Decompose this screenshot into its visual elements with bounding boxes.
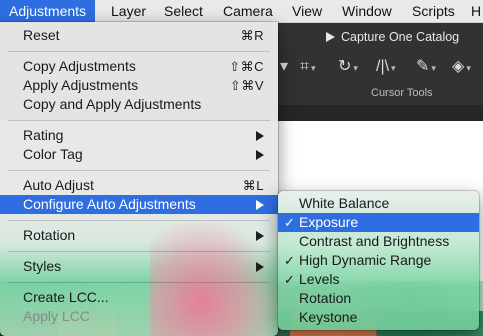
menu-item-label: Color Tag [23,146,83,162]
menu-layer[interactable]: Layer [102,0,155,22]
menu-separator [8,120,270,121]
submenu-item-keystone[interactable]: Keystone [278,308,479,327]
menu-item-label: Apply LCC [23,308,90,324]
keystone-tool-icon[interactable]: /|\ ▾ [376,56,396,79]
menu-view[interactable]: View [283,0,331,22]
menu-item-label: Configure Auto Adjustments [23,196,196,212]
shortcut: ⌘L [242,178,264,193]
menu-item-reset[interactable]: Reset ⌘R [0,26,278,45]
submenu-item-high-dynamic-range[interactable]: ✓ High Dynamic Range [278,251,479,270]
submenu-item-white-balance[interactable]: White Balance [278,194,479,213]
menu-item-auto-adjust[interactable]: Auto Adjust ⌘L [0,176,278,195]
rotate-tool-icon[interactable]: ↻ ▾ [338,56,358,79]
submenu-item-rotation[interactable]: Rotation [278,289,479,308]
menu-separator [8,220,270,221]
menu-item-rating[interactable]: Rating [0,126,278,145]
capture-one-icon [326,32,335,42]
menu-item-rotation[interactable]: Rotation [0,226,278,245]
menu-item-label: Copy Adjustments [23,58,136,74]
menu-item-label: Contrast and Brightness [299,233,450,249]
menu-scripts[interactable]: Scripts [403,0,464,22]
menu-item-label: Auto Adjust [23,177,94,193]
menu-item-label: Keystone [299,309,358,325]
menu-camera[interactable]: Camera [214,0,282,22]
menu-item-configure-auto-adjustments[interactable]: Configure Auto Adjustments [0,195,278,214]
shortcut: ⌘R [240,28,264,43]
menu-item-label: Copy and Apply Adjustments [23,96,202,112]
crop-tool-icon[interactable]: ⌗ ▾ [300,56,316,79]
menu-adjustments[interactable]: Adjustments [0,0,96,22]
menu-item-label: Exposure [299,214,359,230]
cursor-tools-label: Cursor Tools [371,87,433,99]
menu-select[interactable]: Select [155,0,212,22]
submenu-arrow-icon [256,231,264,241]
eraser-tool-icon[interactable]: ◈ ▾ [452,56,471,79]
menu-separator [8,251,270,252]
menu-item-label: Reset [23,27,60,43]
cursor-tools-row: ▾ ⌗ ▾ ↻ ▾ /|\ ▾ ✎ ▾ ◈ ▾ [280,56,483,78]
menu-item-color-tag[interactable]: Color Tag [0,145,278,164]
checkmark-icon: ✓ [284,253,295,268]
menu-item-apply-adjustments[interactable]: Apply Adjustments ⇧⌘V [0,76,278,95]
adjustments-menu: Reset ⌘R Copy Adjustments ⇧⌘C Apply Adju… [0,22,278,336]
menu-item-styles[interactable]: Styles [0,257,278,276]
menu-item-apply-lcc: Apply LCC [0,307,278,326]
brush-tool-icon[interactable]: ✎ ▾ [416,56,436,79]
menu-item-label: Levels [299,271,340,287]
menu-item-label: Rotation [23,227,76,243]
submenu-arrow-icon [256,262,264,272]
submenu-item-levels[interactable]: ✓ Levels [278,270,479,289]
submenu-item-exposure[interactable]: ✓ Exposure [278,213,479,232]
menu-item-label: Create LCC... [23,289,109,305]
configure-auto-adjustments-submenu: White Balance ✓ Exposure Contrast and Br… [278,191,479,330]
menu-separator [8,170,270,171]
shortcut: ⇧⌘C [229,59,264,74]
menu-item-label: Rating [23,127,64,143]
submenu-item-contrast-and-brightness[interactable]: Contrast and Brightness [278,232,479,251]
pan-tool-icon[interactable]: ▾ [280,56,288,78]
menu-item-create-lcc[interactable]: Create LCC... [0,288,278,307]
menu-separator [8,51,270,52]
submenu-arrow-icon [256,200,264,210]
menu-item-copy-and-apply[interactable]: Copy and Apply Adjustments [0,95,278,114]
shortcut: ⇧⌘V [229,78,264,93]
menu-item-label: White Balance [299,195,390,211]
submenu-arrow-icon [256,150,264,160]
checkmark-icon: ✓ [284,272,295,287]
document-title-text: Capture One Catalog [341,30,460,44]
menu-separator [8,282,270,283]
menu-window[interactable]: Window [333,0,401,22]
menu-item-label: Apply Adjustments [23,77,139,93]
menu-item-label: Styles [23,258,62,274]
menu-help[interactable]: H [462,0,483,22]
menu-item-label: High Dynamic Range [299,252,432,268]
document-title: Capture One Catalog [326,30,459,44]
menu-item-copy-adjustments[interactable]: Copy Adjustments ⇧⌘C [0,57,278,76]
menu-item-label: Rotation [299,290,352,306]
menu-bar: Adjustments Layer Select Camera View Win… [0,0,483,23]
submenu-arrow-icon [256,131,264,141]
checkmark-icon: ✓ [284,215,295,230]
